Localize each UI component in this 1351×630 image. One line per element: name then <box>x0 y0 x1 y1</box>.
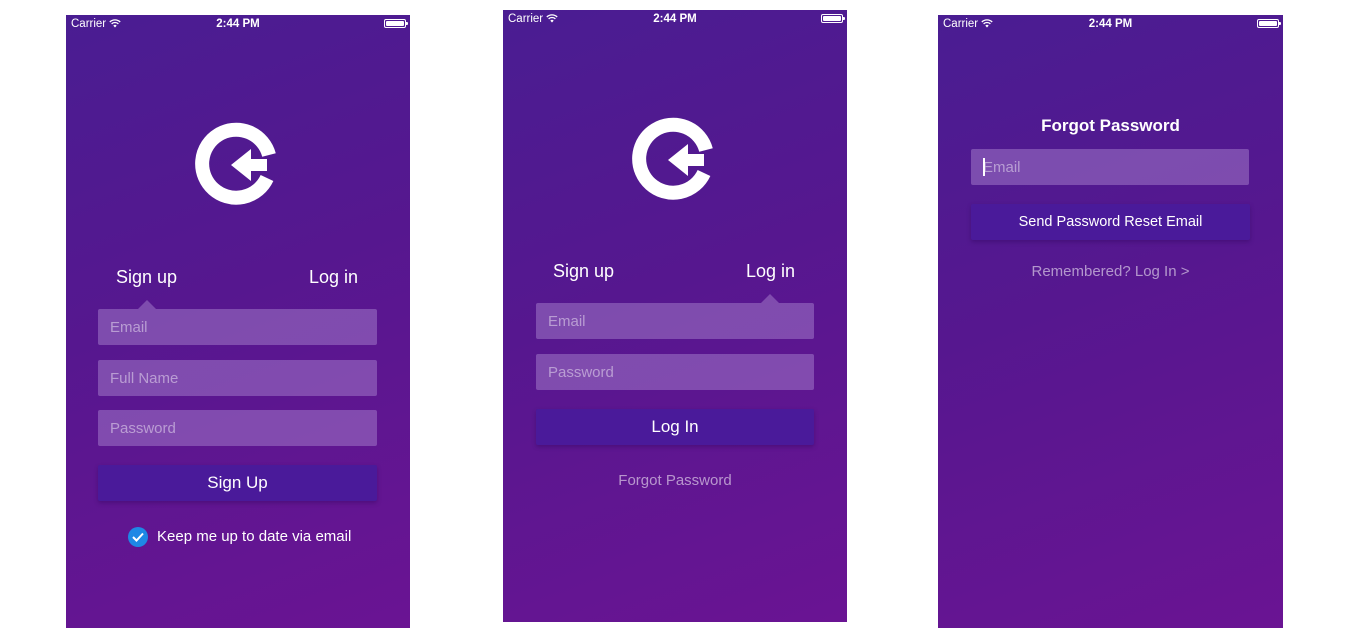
email-field[interactable]: Email <box>98 309 377 345</box>
login-screen: Carrier 2:44 PM Sign up Log in Email Pas… <box>503 10 847 622</box>
page-title: Forgot Password <box>1041 116 1180 135</box>
send-reset-button[interactable]: Send Password Reset Email <box>971 204 1250 240</box>
battery-icon <box>384 19 408 28</box>
status-bar: Carrier 2:44 PM <box>66 15 410 35</box>
logo-icon <box>632 117 713 200</box>
battery-icon <box>821 14 845 23</box>
tab-login[interactable]: Log in <box>309 267 358 288</box>
email-placeholder: Email <box>983 159 1021 176</box>
signup-button[interactable]: Sign Up <box>98 465 377 501</box>
fullname-placeholder: Full Name <box>110 370 179 387</box>
password-placeholder: Password <box>110 420 176 437</box>
tab-signup[interactable]: Sign up <box>553 261 614 282</box>
password-field[interactable]: Password <box>536 354 814 390</box>
email-field[interactable]: Email <box>971 149 1249 185</box>
login-button[interactable]: Log In <box>536 409 814 445</box>
tab-signup[interactable]: Sign up <box>116 267 177 288</box>
active-tab-indicator <box>138 300 156 309</box>
status-bar: Carrier 2:44 PM <box>503 10 847 30</box>
remembered-login-link[interactable]: Remembered? Log In > <box>938 263 1283 280</box>
email-placeholder: Email <box>110 319 148 336</box>
password-field[interactable]: Password <box>98 410 377 446</box>
tab-login[interactable]: Log in <box>746 261 795 282</box>
status-time: 2:44 PM <box>1088 18 1133 30</box>
checkmark-icon <box>132 532 144 542</box>
status-bar: Carrier 2:44 PM <box>938 15 1283 35</box>
battery-icon <box>1257 19 1281 28</box>
signup-screen: Carrier 2:44 PM Sign up Log in Email Ful… <box>66 15 410 628</box>
status-time: 2:44 PM <box>216 18 260 30</box>
newsletter-label: Keep me up to date via email <box>157 528 352 545</box>
status-time: 2:44 PM <box>653 13 697 25</box>
forgot-password-screen: Carrier 2:44 PM Forgot Password Email Se… <box>938 15 1283 628</box>
newsletter-checkbox[interactable] <box>128 527 148 547</box>
forgot-password-link[interactable]: Forgot Password <box>503 472 847 489</box>
logo-icon <box>195 122 276 205</box>
fullname-field[interactable]: Full Name <box>98 360 377 396</box>
email-field[interactable]: Email <box>536 303 814 339</box>
password-placeholder: Password <box>548 364 614 381</box>
email-placeholder: Email <box>548 313 586 330</box>
active-tab-indicator <box>761 294 779 303</box>
